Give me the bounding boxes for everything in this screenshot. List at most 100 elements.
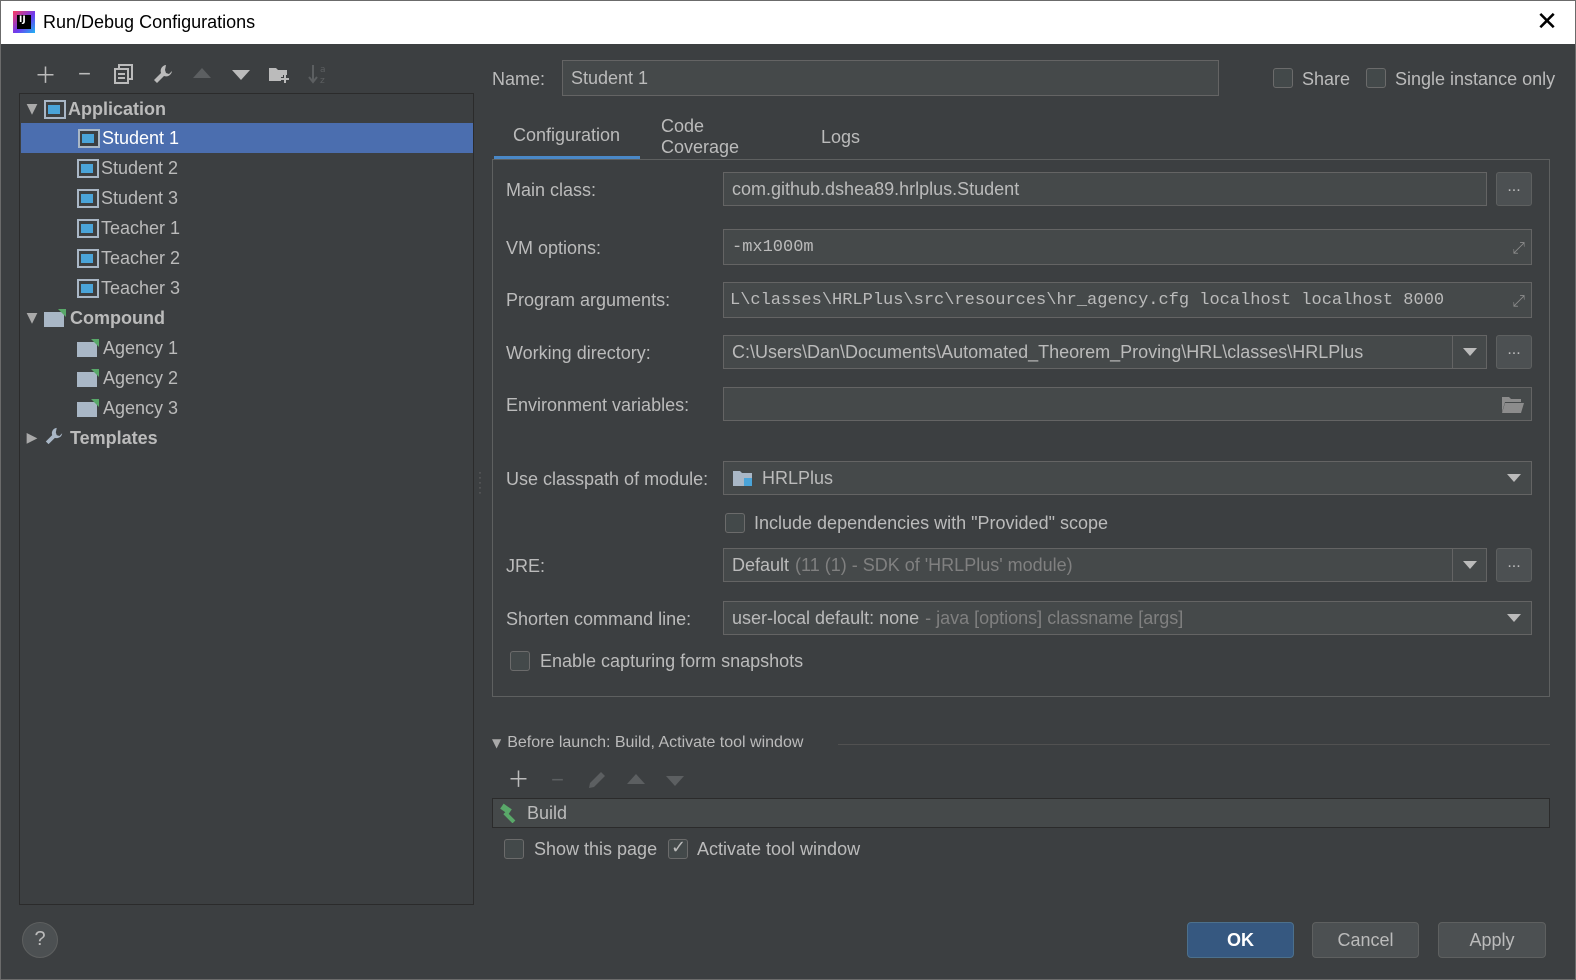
splitter-handle[interactable]: · · · · ·	[478, 466, 482, 498]
compound-icon	[77, 339, 99, 357]
wrench-icon[interactable]	[143, 60, 182, 88]
jre-detail: (11 (1) - SDK of 'HRLPlus' module)	[795, 554, 1073, 575]
before-launch-title: Before launch: Build, Activate tool wind…	[507, 734, 804, 751]
move-down-icon[interactable]	[221, 60, 260, 88]
tree-item-agency-3[interactable]: Agency 3	[77, 393, 178, 423]
activate-tool-window-checkbox[interactable]	[668, 837, 688, 859]
help-button[interactable]: ?	[22, 922, 58, 958]
application-icon	[78, 129, 100, 148]
jre-browse-button[interactable]: ...	[1496, 548, 1532, 582]
before-launch-toolbar: ＋ −	[499, 767, 694, 793]
add-icon[interactable]: ＋	[499, 767, 538, 793]
move-down-icon[interactable]	[655, 767, 694, 793]
tree-group-label: Application	[68, 98, 166, 119]
tree-item-student-3[interactable]: Student 3	[77, 183, 178, 213]
add-icon[interactable]: ＋	[26, 60, 65, 88]
sort-icon[interactable]: az	[299, 60, 338, 88]
tree-item-label: Agency 3	[103, 397, 179, 418]
tree-group-label: Templates	[70, 427, 158, 448]
before-launch-list: Build	[492, 798, 1550, 828]
working-directory-field[interactable]: C:\Users\Dan\Documents\Automated_Theorem…	[723, 335, 1487, 369]
tree-group-templates[interactable]: ▶ Templates	[20, 423, 158, 453]
name-field[interactable]: Student 1	[562, 60, 1219, 96]
tab-code-coverage[interactable]: Code Coverage	[642, 115, 758, 159]
include-dependencies-checkbox[interactable]	[725, 513, 745, 533]
collapsed-arrow-icon[interactable]: ▶	[20, 430, 44, 446]
classpath-module-label: Use classpath of module:	[506, 469, 709, 489]
enable-snapshots-label: Enable capturing form snapshots	[540, 651, 804, 671]
edit-icon[interactable]	[577, 767, 616, 793]
tree-item-teacher-3[interactable]: Teacher 3	[77, 273, 180, 303]
close-icon[interactable]: ✕	[1533, 7, 1561, 37]
expanded-arrow-icon[interactable]: ▼	[20, 101, 44, 117]
program-arguments-value: L\classes\HRLPlus\src\resources\hr_agenc…	[730, 290, 1445, 310]
apply-button[interactable]: Apply	[1438, 922, 1546, 958]
classpath-module-value: HRLPlus	[762, 467, 834, 488]
shorten-command-line-detail: - java [options] classname [args]	[925, 607, 1184, 628]
wrench-icon	[44, 426, 66, 451]
chevron-down-icon[interactable]	[1497, 602, 1531, 634]
tree-toolbar: ＋ − az	[26, 60, 338, 88]
ok-button[interactable]: OK	[1187, 922, 1294, 958]
environment-variables-field[interactable]	[723, 387, 1532, 421]
tab-logs[interactable]: Logs	[802, 115, 879, 159]
main-class-label: Main class:	[506, 180, 597, 200]
chevron-down-icon[interactable]	[1452, 549, 1486, 581]
svg-text:a: a	[320, 65, 326, 75]
intellij-app-icon: IJ	[13, 11, 35, 33]
tree-item-label: Teacher 2	[101, 247, 181, 268]
tree-item-teacher-2[interactable]: Teacher 2	[77, 243, 180, 273]
show-page-label: Show this page	[534, 839, 658, 859]
shorten-command-line-value: user-local default: none	[732, 607, 920, 628]
folder-open-icon[interactable]	[1501, 394, 1525, 419]
collapse-arrow-icon[interactable]: ▼	[492, 736, 501, 750]
remove-icon[interactable]: −	[538, 767, 577, 793]
tree-group-label: Compound	[70, 307, 165, 328]
application-icon	[77, 219, 99, 238]
tree-group-application[interactable]: ▼ Application	[20, 94, 166, 124]
main-class-field[interactable]: com.github.dshea89.hrlplus.Student	[723, 172, 1487, 206]
before-launch-header[interactable]: ▼ Before launch: Build, Activate tool wi…	[492, 734, 803, 752]
single-instance-label: Single instance only	[1395, 69, 1556, 89]
main-class-browse-button[interactable]: ...	[1496, 172, 1532, 206]
single-instance-checkbox[interactable]	[1366, 68, 1386, 88]
activate-tool-window-label: Activate tool window	[697, 839, 861, 859]
cancel-button[interactable]: Cancel	[1312, 922, 1419, 958]
tree-item-agency-1[interactable]: Agency 1	[77, 333, 178, 363]
show-page-checkbox[interactable]	[504, 839, 524, 859]
enable-snapshots-checkbox[interactable]	[510, 651, 530, 671]
compound-icon	[77, 399, 99, 417]
share-checkbox[interactable]	[1273, 68, 1293, 88]
jre-dropdown[interactable]: Default (11 (1) - SDK of 'HRLPlus' modul…	[723, 548, 1487, 582]
vm-options-label: VM options:	[506, 238, 602, 258]
shorten-command-line-dropdown[interactable]: user-local default: none - java [options…	[723, 601, 1532, 635]
tree-item-agency-2[interactable]: Agency 2	[77, 363, 178, 393]
expand-icon[interactable]: ⤢	[1512, 238, 1525, 258]
expanded-arrow-icon[interactable]: ▼	[20, 310, 44, 326]
hammer-icon	[493, 803, 527, 823]
tab-configuration[interactable]: Configuration	[494, 115, 640, 159]
tree-item-label: Student 1	[102, 127, 180, 148]
tree-item-label: Teacher 3	[101, 277, 181, 298]
move-up-icon[interactable]	[182, 60, 221, 88]
vm-options-field[interactable]: -mx1000m ⤢	[723, 229, 1532, 265]
chevron-down-icon[interactable]	[1452, 336, 1486, 368]
tree-item-student-1[interactable]: Student 1	[21, 123, 473, 153]
program-arguments-field[interactable]: L\classes\HRLPlus\src\resources\hr_agenc…	[723, 282, 1532, 318]
tree-item-teacher-1[interactable]: Teacher 1	[77, 213, 180, 243]
chevron-down-icon[interactable]	[1497, 462, 1531, 494]
new-folder-icon[interactable]	[260, 60, 299, 88]
expand-icon[interactable]: ⤢	[1512, 291, 1525, 311]
remove-icon[interactable]: −	[65, 60, 104, 88]
environment-variables-label: Environment variables:	[506, 395, 690, 415]
section-divider	[838, 744, 1550, 745]
tree-item-student-2[interactable]: Student 2	[77, 153, 178, 183]
window-title: Run/Debug Configurations	[43, 12, 256, 32]
working-directory-browse-button[interactable]: ...	[1496, 335, 1532, 369]
list-item[interactable]: Build	[493, 799, 567, 827]
move-up-icon[interactable]	[616, 767, 655, 793]
classpath-module-dropdown[interactable]: HRLPlus	[723, 461, 1532, 495]
tree-group-compound[interactable]: ▼ Compound	[20, 303, 165, 333]
copy-icon[interactable]	[104, 60, 143, 88]
application-icon	[77, 159, 99, 178]
